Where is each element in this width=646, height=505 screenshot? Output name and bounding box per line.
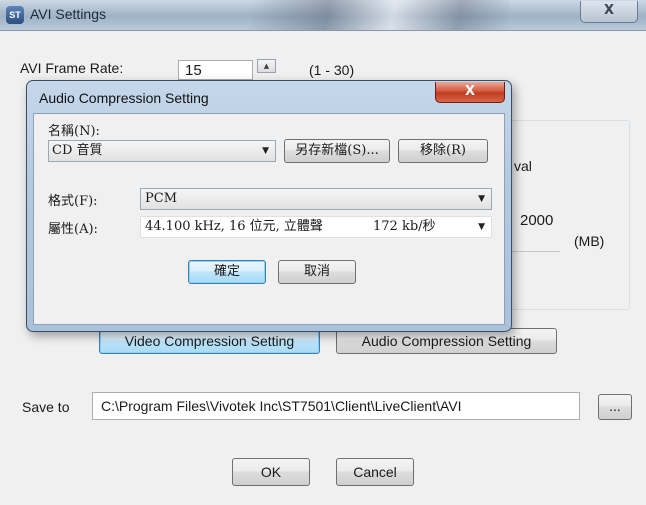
interval-label: val — [514, 158, 532, 174]
format-select-value: PCM — [145, 191, 178, 206]
attributes-select[interactable]: 44.100 kHz, 16 位元, 立體聲 172 kb/秒 ▼ — [140, 216, 492, 238]
file-size-value: 2000 — [520, 212, 554, 229]
close-icon: X — [603, 3, 615, 18]
save-to-label: Save to — [22, 399, 70, 415]
format-label: 格式(F): — [48, 194, 98, 209]
dialog-close-button[interactable]: X — [435, 82, 505, 103]
file-size-unit: (MB) — [574, 233, 605, 249]
dialog-title: Audio Compression Setting — [39, 90, 209, 106]
ok-button[interactable]: OK — [232, 458, 310, 486]
audio-compression-dialog: Audio Compression Setting X 名稱(N): CD 音質… — [26, 80, 512, 332]
frame-rate-range: (1 - 30) — [309, 62, 355, 78]
close-icon: X — [464, 84, 476, 99]
dialog-client-area: 名稱(N): CD 音質 ▼ 另存新檔(S)... 移除(R) 格式(F): P… — [33, 113, 505, 325]
spin-up-icon[interactable]: ▲ — [257, 59, 276, 73]
name-label: 名稱(N): — [48, 124, 100, 139]
window-titlebar[interactable]: ST AVI Settings X — [0, 0, 646, 31]
attributes-select-value: 44.100 kHz, 16 位元, 立體聲 — [145, 219, 323, 234]
save-path-input[interactable]: C:\Program Files\Vivotek Inc\ST7501\Clie… — [92, 392, 580, 420]
dialog-cancel-button[interactable]: 取消 — [278, 260, 356, 284]
cancel-button[interactable]: Cancel — [336, 458, 414, 486]
attributes-rate: 172 kb/秒 — [373, 219, 436, 234]
dialog-ok-button[interactable]: 確定 — [188, 260, 266, 284]
window-title: AVI Settings — [30, 6, 107, 22]
app-icon: ST — [6, 6, 24, 24]
attributes-label: 屬性(A): — [48, 222, 98, 237]
remove-button[interactable]: 移除(R) — [398, 139, 488, 163]
chevron-down-icon: ▼ — [262, 146, 269, 156]
name-select[interactable]: CD 音質 ▼ — [48, 140, 276, 162]
frame-rate-label: AVI Frame Rate: — [20, 60, 124, 76]
window-close-button[interactable]: X — [580, 1, 638, 23]
frame-rate-input[interactable]: 15 — [178, 60, 253, 80]
chevron-down-icon: ▼ — [478, 222, 485, 232]
chevron-down-icon: ▼ — [478, 194, 485, 204]
save-as-button[interactable]: 另存新檔(S)... — [284, 139, 390, 163]
name-select-value: CD 音質 — [52, 143, 103, 158]
browse-button[interactable]: ... — [598, 394, 632, 420]
format-select[interactable]: PCM ▼ — [140, 188, 492, 210]
